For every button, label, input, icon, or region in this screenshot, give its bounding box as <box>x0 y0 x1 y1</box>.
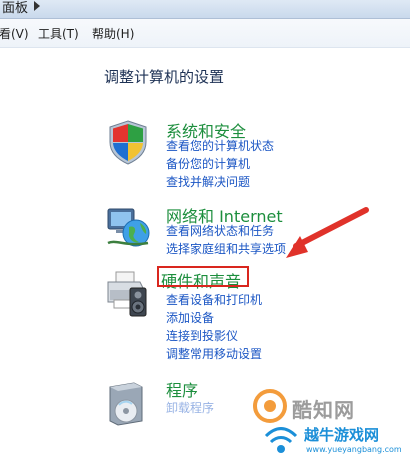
link-backup-computer[interactable]: 备份您的计算机 <box>166 155 274 173</box>
menu-view[interactable]: 看(V) <box>0 25 29 42</box>
link-connect-projector[interactable]: 连接到投影仪 <box>166 327 262 345</box>
link-uninstall-program[interactable]: 卸载程序 <box>166 399 214 417</box>
menu-bar: 看(V) 工具(T) 帮助(H) <box>0 19 410 48</box>
link-add-device[interactable]: 添加设备 <box>166 309 262 327</box>
watermark-url: www.yueyangbang.com <box>306 445 402 454</box>
shield-icon[interactable] <box>104 118 152 166</box>
link-mobility-settings[interactable]: 调整常用移动设置 <box>166 345 262 363</box>
category-title[interactable]: 程序 <box>166 377 198 401</box>
link-view-computer-status[interactable]: 查看您的计算机状态 <box>166 137 274 155</box>
breadcrumb-arrow-icon[interactable] <box>34 1 40 11</box>
page-title: 调整计算机的设置 <box>104 68 225 86</box>
watermark-text: 酷知网 <box>292 398 355 422</box>
address-bar[interactable]: 面板 <box>0 0 410 19</box>
link-devices-printers[interactable]: 查看设备和打印机 <box>166 291 262 309</box>
watermark-logo-icon <box>253 389 287 423</box>
watermark-kuzhi: 酷知网 <box>250 388 400 428</box>
breadcrumb-control-panel[interactable]: 面板 <box>2 0 28 16</box>
wifi-logo-icon <box>264 427 298 453</box>
menu-help[interactable]: 帮助(H) <box>92 25 134 42</box>
programs-disc-icon[interactable] <box>104 379 152 427</box>
link-homegroup-sharing[interactable]: 选择家庭组和共享选项 <box>166 240 286 258</box>
printer-speaker-icon[interactable] <box>104 270 152 318</box>
link-view-network-status[interactable]: 查看网络状态和任务 <box>166 222 286 240</box>
link-troubleshoot[interactable]: 查找并解决问题 <box>166 173 274 191</box>
menu-tools[interactable]: 工具(T) <box>38 25 79 42</box>
highlight-box <box>157 266 249 287</box>
network-globe-icon[interactable] <box>104 203 152 251</box>
watermark-text: 越牛游戏网 <box>304 426 380 444</box>
watermark-yueniu: 越牛游戏网 www.yueyangbang.com <box>262 424 410 460</box>
